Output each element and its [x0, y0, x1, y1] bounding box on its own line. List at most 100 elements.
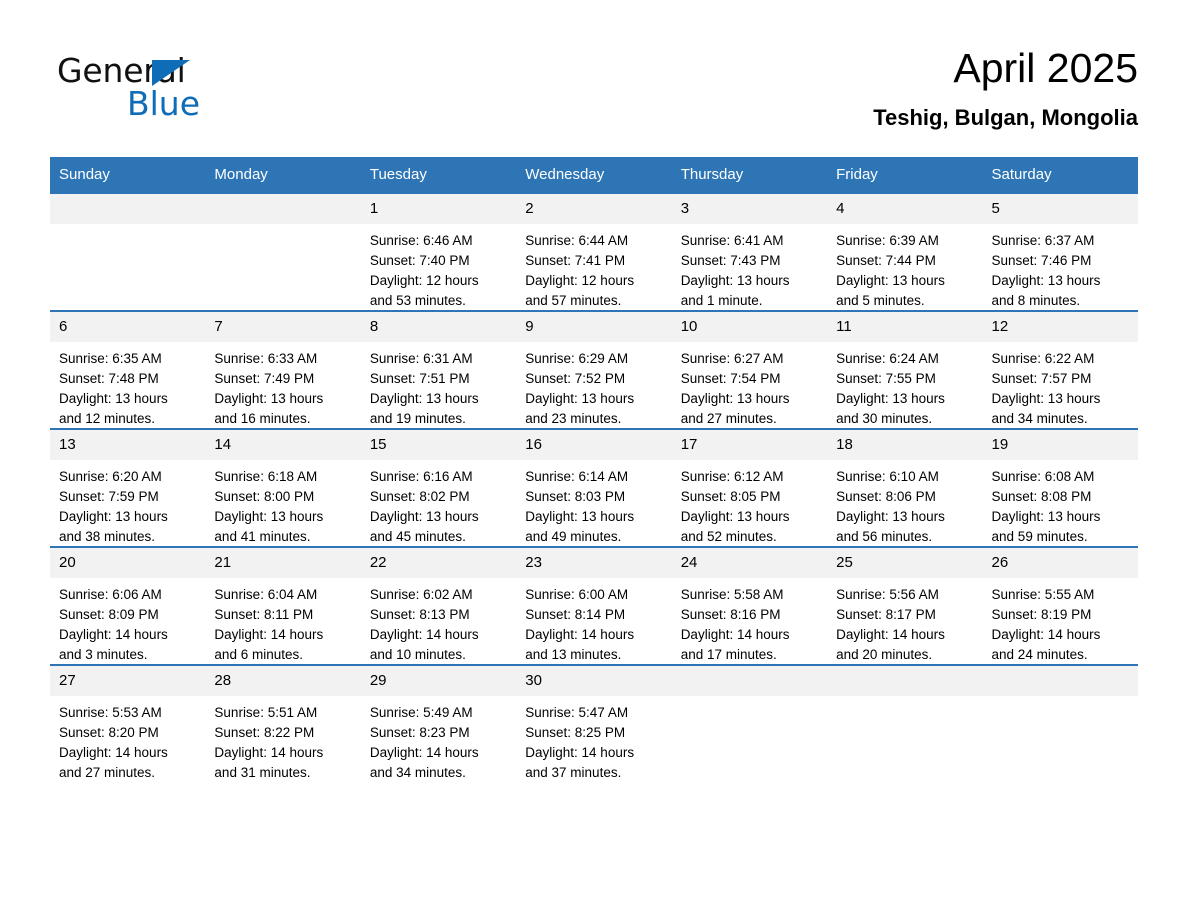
- day-cell[interactable]: 25 Sunrise: 5:56 AM Sunset: 8:17 PM Dayligh…: [827, 546, 983, 664]
- sunrise-text: Sunrise: 5:51 AM: [214, 705, 318, 720]
- daylight-text-line2: and 27 minutes.: [680, 411, 777, 426]
- day-details: Sunrise: 5:58 AM Sunset: 8:16 PM Daylight:…: [672, 578, 827, 665]
- daylight-text-line1: Daylight: 13 hours: [369, 509, 479, 524]
- calendar-cell: 17 Sunrise: 6:12 AM Sunset: 8:05 PM Dayligh…: [671, 428, 828, 546]
- calendar-cell: 12 Sunrise: 6:22 AM Sunset: 7:57 PM Dayligh…: [982, 310, 1138, 428]
- calendar-cell: 7 Sunrise: 6:33 AM Sunset: 7:49 PM Daylight…: [205, 310, 361, 429]
- daylight-text-line1: Daylight: 14 hours: [991, 627, 1101, 642]
- day-cell[interactable]: 19 Sunrise: 6:08 AM Sunset: 8:08 PM Dayligh…: [982, 428, 1138, 546]
- calendar-cell: 11 Sunrise: 6:24 AM Sunset: 7:55 PM Dayligh…: [827, 310, 983, 429]
- day-cell[interactable]: 30 Sunrise: 5:47 AM Sunset: 8:25 PM Dayligh…: [516, 664, 672, 783]
- daylight-text-line2: and 38 minutes.: [59, 529, 156, 544]
- calendar-cell: 5 Sunrise: 6:37 AM Sunset: 7:46 PM Daylight…: [982, 192, 1138, 311]
- day-cell[interactable]: 26 Sunrise: 5:55 AM Sunset: 8:19 PM Dayligh…: [982, 546, 1138, 664]
- sunset-text: Sunset: 7:49 PM: [214, 371, 315, 386]
- day-details: Sunrise: 6:37 AM Sunset: 7:46 PM Daylight:…: [983, 224, 1138, 311]
- calendar-cell: 19 Sunrise: 6:08 AM Sunset: 8:08 PM Dayligh…: [982, 428, 1138, 546]
- calendar-cell: 14 Sunrise: 6:18 AM Sunset: 8:00 PM Dayligh…: [205, 428, 361, 546]
- day-cell[interactable]: 27 Sunrise: 5:53 AM Sunset: 8:20 PM Dayligh…: [50, 664, 206, 782]
- location-subtitle: Teshig, Bulgan, Mongolia: [873, 105, 1138, 130]
- daylight-text-line2: and 5 minutes.: [836, 293, 925, 308]
- sunrise-text: Sunrise: 6:12 AM: [680, 469, 784, 484]
- day-cell[interactable]: 17 Sunrise: 6:12 AM Sunset: 8:05 PM Dayligh…: [671, 428, 828, 546]
- calendar-cell: 6 Sunrise: 6:35 AM Sunset: 7:48 PM Daylight…: [50, 310, 206, 428]
- weekday-header-monday: Monday: [205, 157, 361, 192]
- calendar-cell: 21 Sunrise: 6:04 AM Sunset: 8:11 PM Dayligh…: [205, 546, 361, 664]
- calendar-cell: 1 Sunrise: 6:46 AM Sunset: 7:40 PM Daylight…: [360, 192, 517, 310]
- day-cell[interactable]: 2 Sunrise: 6:44 AM Sunset: 7:41 PM Daylight…: [516, 192, 672, 310]
- day-cell[interactable]: 16 Sunrise: 6:14 AM Sunset: 8:03 PM Dayligh…: [516, 428, 672, 547]
- daylight-text-line2: and 41 minutes.: [214, 529, 311, 544]
- calendar-cell: 16 Sunrise: 6:14 AM Sunset: 8:03 PM Dayligh…: [516, 428, 672, 547]
- daylight-text-line1: Daylight: 14 hours: [369, 627, 479, 642]
- day-cell[interactable]: 11 Sunrise: 6:24 AM Sunset: 7:55 PM Dayligh…: [827, 310, 983, 429]
- day-number: 13: [50, 430, 206, 460]
- daylight-text-line1: Daylight: 13 hours: [991, 273, 1101, 288]
- day-cell-empty: [50, 192, 206, 310]
- triangle-icon: [152, 60, 190, 86]
- sunrise-text: Sunrise: 6:04 AM: [214, 587, 318, 602]
- day-cell[interactable]: 1 Sunrise: 6:46 AM Sunset: 7:40 PM Daylight…: [360, 192, 517, 310]
- day-cell[interactable]: 22 Sunrise: 6:02 AM Sunset: 8:13 PM Dayligh…: [360, 546, 517, 664]
- sunset-text: Sunset: 7:41 PM: [525, 253, 626, 268]
- general-blue-logo[interactable]: General Blue: [57, 52, 257, 123]
- sunset-text: Sunset: 8:17 PM: [836, 607, 936, 622]
- day-cell[interactable]: 23 Sunrise: 6:00 AM Sunset: 8:14 PM Dayligh…: [516, 546, 672, 665]
- day-cell[interactable]: 8 Sunrise: 6:31 AM Sunset: 7:51 PM Daylight…: [360, 310, 517, 428]
- daylight-text-line1: Daylight: 13 hours: [991, 391, 1101, 406]
- day-details: Sunrise: 6:24 AM Sunset: 7:55 PM Daylight:…: [827, 342, 982, 429]
- sunrise-text: Sunrise: 6:08 AM: [991, 469, 1095, 484]
- weekday-header-saturday: Saturday: [982, 157, 1138, 192]
- daylight-text-line2: and 23 minutes.: [525, 411, 622, 426]
- day-cell[interactable]: 24 Sunrise: 5:58 AM Sunset: 8:16 PM Dayligh…: [671, 546, 828, 665]
- day-details: Sunrise: 6:33 AM Sunset: 7:49 PM Daylight:…: [205, 342, 360, 429]
- day-details: Sunrise: 6:27 AM Sunset: 7:54 PM Daylight:…: [672, 342, 827, 429]
- day-cell[interactable]: 13 Sunrise: 6:20 AM Sunset: 7:59 PM Dayligh…: [50, 428, 206, 546]
- daylight-text-line1: Daylight: 13 hours: [59, 391, 168, 406]
- day-cell[interactable]: 28 Sunrise: 5:51 AM Sunset: 8:22 PM Dayligh…: [205, 664, 361, 782]
- day-cell[interactable]: 4 Sunrise: 6:39 AM Sunset: 7:44 PM Daylight…: [827, 192, 983, 310]
- day-cell[interactable]: 12 Sunrise: 6:22 AM Sunset: 7:57 PM Dayligh…: [982, 310, 1138, 428]
- daylight-text-line2: and 56 minutes.: [836, 529, 933, 544]
- day-cell[interactable]: 3 Sunrise: 6:41 AM Sunset: 7:43 PM Daylight…: [671, 192, 828, 310]
- day-cell-empty: [205, 192, 361, 310]
- day-details: Sunrise: 6:14 AM Sunset: 8:03 PM Daylight:…: [516, 460, 671, 547]
- day-cell[interactable]: 6 Sunrise: 6:35 AM Sunset: 7:48 PM Daylight…: [50, 310, 206, 428]
- day-number: 21: [205, 548, 361, 578]
- day-number: 16: [516, 430, 672, 460]
- day-cell[interactable]: 29 Sunrise: 5:49 AM Sunset: 8:23 PM Dayligh…: [360, 664, 517, 782]
- sunset-text: Sunset: 7:52 PM: [525, 371, 626, 386]
- daylight-text-line2: and 45 minutes.: [369, 529, 466, 544]
- calendar-cell: 2 Sunrise: 6:44 AM Sunset: 7:41 PM Daylight…: [516, 192, 672, 310]
- calendar-cell: 29 Sunrise: 5:49 AM Sunset: 8:23 PM Dayligh…: [360, 664, 517, 782]
- day-cell[interactable]: 10 Sunrise: 6:27 AM Sunset: 7:54 PM Dayligh…: [671, 310, 828, 429]
- calendar-cell: [205, 192, 361, 310]
- day-number: 9: [516, 312, 672, 342]
- page-header: General Blue April 2025 Teshig, Bulgan, …: [0, 0, 1188, 130]
- day-cell[interactable]: 20 Sunrise: 6:06 AM Sunset: 8:09 PM Dayligh…: [50, 546, 206, 664]
- sunset-text: Sunset: 8:06 PM: [836, 489, 936, 504]
- day-cell[interactable]: 5 Sunrise: 6:37 AM Sunset: 7:46 PM Daylight…: [982, 192, 1138, 311]
- day-cell[interactable]: 21 Sunrise: 6:04 AM Sunset: 8:11 PM Dayligh…: [205, 546, 361, 664]
- day-number: [671, 666, 828, 696]
- day-cell[interactable]: 15 Sunrise: 6:16 AM Sunset: 8:02 PM Dayligh…: [360, 428, 517, 546]
- day-cell[interactable]: 14 Sunrise: 6:18 AM Sunset: 8:00 PM Dayligh…: [205, 428, 361, 546]
- sunset-text: Sunset: 7:43 PM: [680, 253, 781, 268]
- day-cell[interactable]: 9 Sunrise: 6:29 AM Sunset: 7:52 PM Daylight…: [516, 310, 672, 428]
- day-cell[interactable]: 18 Sunrise: 6:10 AM Sunset: 8:06 PM Dayligh…: [827, 428, 983, 546]
- day-details: Sunrise: 5:47 AM Sunset: 8:25 PM Daylight:…: [516, 696, 671, 783]
- calendar-cell: 18 Sunrise: 6:10 AM Sunset: 8:06 PM Dayligh…: [827, 428, 983, 546]
- calendar-cell: [982, 664, 1138, 782]
- day-number: 25: [827, 548, 983, 578]
- daylight-text-line2: and 8 minutes.: [991, 293, 1081, 308]
- calendar-cell: 26 Sunrise: 5:55 AM Sunset: 8:19 PM Dayligh…: [982, 546, 1138, 664]
- calendar-table: Sunday Monday Tuesday Wednesday Thursday…: [50, 157, 1138, 782]
- calendar-week-row: 27 Sunrise: 5:53 AM Sunset: 8:20 PM Dayligh…: [50, 664, 1138, 782]
- daylight-text-line1: Daylight: 14 hours: [369, 745, 479, 760]
- calendar-cell: 3 Sunrise: 6:41 AM Sunset: 7:43 PM Daylight…: [671, 192, 828, 310]
- day-details: Sunrise: 6:00 AM Sunset: 8:14 PM Daylight:…: [516, 578, 671, 665]
- day-cell[interactable]: 7 Sunrise: 6:33 AM Sunset: 7:49 PM Daylight…: [205, 310, 361, 429]
- calendar-cell: [50, 192, 206, 310]
- sunset-text: Sunset: 8:08 PM: [991, 489, 1092, 504]
- sunrise-text: Sunrise: 6:00 AM: [525, 587, 629, 602]
